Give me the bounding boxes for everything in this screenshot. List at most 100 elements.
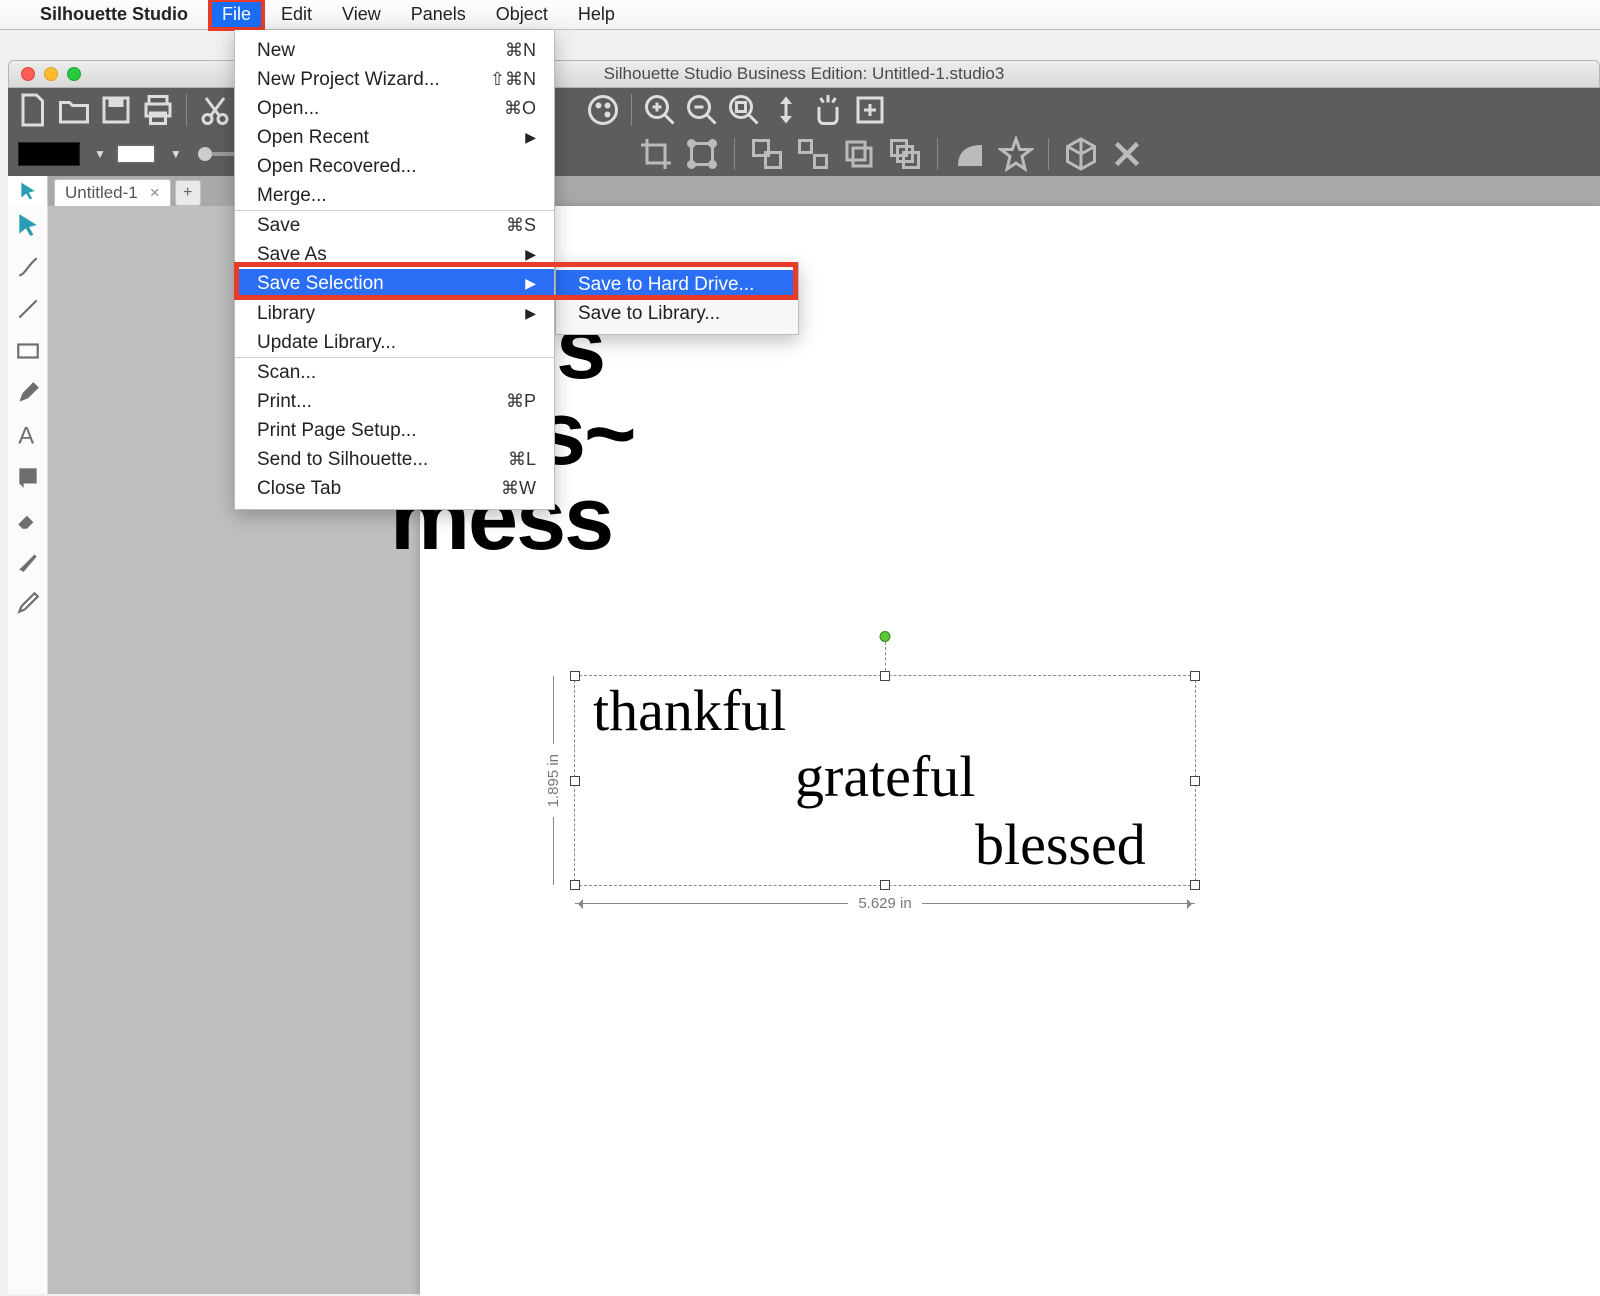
add-tab-button[interactable]: +	[175, 180, 201, 206]
tab-untitled[interactable]: Untitled-1 ×	[54, 179, 171, 206]
star-icon[interactable]	[998, 136, 1034, 172]
menu-item-label: Open Recovered...	[257, 156, 536, 178]
menu-item[interactable]: Save⌘S	[235, 211, 554, 240]
zoom-out-icon[interactable]	[684, 92, 720, 128]
shortcut-label: ⌘P	[506, 391, 536, 412]
height-dimension: 1.895 in	[541, 676, 565, 885]
close-window-icon[interactable]	[21, 67, 35, 81]
app-name[interactable]: Silhouette Studio	[40, 4, 188, 25]
zoom-in-icon[interactable]	[642, 92, 678, 128]
zoom-drag-icon[interactable]	[768, 92, 804, 128]
menu-item-label: Save	[257, 215, 506, 237]
menu-object[interactable]: Object	[484, 0, 560, 29]
menu-item[interactable]: Open Recovered...	[235, 152, 554, 181]
ungroup-icon[interactable]	[795, 136, 831, 172]
eraser-tool-icon[interactable]	[13, 504, 43, 534]
shape-icon[interactable]	[952, 136, 988, 172]
note-tool-icon[interactable]	[13, 462, 43, 492]
shortcut-label: ⌘O	[504, 98, 536, 119]
menu-item-label: Send to Silhouette...	[257, 449, 508, 471]
menu-item[interactable]: New Project Wizard...⇧⌘N	[235, 65, 554, 94]
delete-icon[interactable]	[1109, 136, 1145, 172]
knife-tool-icon[interactable]	[13, 546, 43, 576]
selection-box[interactable]: thankful grateful blessed 5.629 in 1.895…	[574, 675, 1196, 886]
zoom-selection-icon[interactable]	[726, 92, 762, 128]
menu-item-label: Library	[257, 303, 525, 325]
group-icon[interactable]	[749, 136, 785, 172]
menu-item[interactable]: Save As▶	[235, 240, 554, 269]
menu-item-label: Print Page Setup...	[257, 420, 536, 442]
menu-item[interactable]: Close Tab⌘W	[235, 474, 554, 503]
menu-item[interactable]: Save Selection▶	[235, 269, 554, 298]
draw-tool-icon[interactable]	[13, 378, 43, 408]
fill-swatch[interactable]	[18, 142, 80, 166]
file-menu-dropdown: New⌘NNew Project Wizard...⇧⌘NOpen...⌘OOp…	[234, 30, 555, 510]
stroke-swatch[interactable]	[116, 144, 156, 164]
menu-item[interactable]: Print...⌘P	[235, 387, 554, 416]
resize-handle[interactable]	[1190, 671, 1200, 681]
resize-handle[interactable]	[570, 671, 580, 681]
color-picker-icon[interactable]	[585, 92, 621, 128]
resize-handle[interactable]	[570, 880, 580, 890]
menu-item-label: New Project Wizard...	[257, 69, 490, 91]
eyedropper-tool-icon[interactable]	[13, 588, 43, 618]
menu-item[interactable]: Scan...	[235, 358, 554, 387]
edit-points-icon[interactable]	[13, 252, 43, 282]
rotate-handle[interactable]	[880, 631, 891, 642]
menu-item[interactable]: Open Recent▶	[235, 123, 554, 152]
menu-file[interactable]: File	[210, 0, 263, 29]
rectangle-tool-icon[interactable]	[13, 336, 43, 366]
close-tab-icon[interactable]: ×	[150, 183, 160, 203]
open-file-icon[interactable]	[56, 92, 92, 128]
menu-item-label: Save Selection	[257, 273, 525, 295]
duplicate-icon[interactable]	[841, 136, 877, 172]
menu-item[interactable]: Library▶	[235, 299, 554, 328]
cube-icon[interactable]	[1063, 136, 1099, 172]
resize-handle[interactable]	[880, 671, 890, 681]
pan-icon[interactable]	[810, 92, 846, 128]
fit-page-icon[interactable]	[852, 92, 888, 128]
save-selection-submenu: Save to Hard Drive...Save to Library...	[555, 263, 799, 335]
zoom-window-icon[interactable]	[67, 67, 81, 81]
cut-icon[interactable]	[197, 92, 233, 128]
resize-handle[interactable]	[880, 880, 890, 890]
crop-icon[interactable]	[638, 136, 674, 172]
print-icon[interactable]	[140, 92, 176, 128]
menu-item-label: Open...	[257, 98, 504, 120]
chevron-down-icon[interactable]: ▼	[170, 147, 182, 161]
minimize-window-icon[interactable]	[44, 67, 58, 81]
menu-edit[interactable]: Edit	[269, 0, 324, 29]
chevron-down-icon[interactable]: ▼	[94, 147, 106, 161]
menu-panels[interactable]: Panels	[399, 0, 478, 29]
stack-icon[interactable]	[887, 136, 923, 172]
menu-item[interactable]: Update Library...	[235, 328, 554, 357]
text-tool-icon[interactable]: A	[13, 420, 43, 450]
menu-item[interactable]: Merge...	[235, 181, 554, 210]
select-tool-corner[interactable]	[8, 176, 48, 206]
menu-help[interactable]: Help	[566, 0, 627, 29]
line-tool-icon[interactable]	[13, 294, 43, 324]
mac-menubar: Silhouette Studio File Edit View Panels …	[0, 0, 1600, 30]
new-file-icon[interactable]	[14, 92, 50, 128]
resize-handle[interactable]	[1190, 776, 1200, 786]
select-tool-icon[interactable]	[13, 210, 43, 240]
submenu-item[interactable]: Save to Library...	[556, 299, 798, 328]
submenu-item[interactable]: Save to Hard Drive...	[556, 270, 798, 299]
resize-handle[interactable]	[570, 776, 580, 786]
menu-view[interactable]: View	[330, 0, 393, 29]
script-word: thankful	[593, 682, 786, 740]
menu-item[interactable]: Open...⌘O	[235, 94, 554, 123]
shortcut-label: ⌘S	[506, 215, 536, 236]
transform-icon[interactable]	[684, 136, 720, 172]
menu-item[interactable]: New⌘N	[235, 36, 554, 65]
save-icon[interactable]	[98, 92, 134, 128]
document-page[interactable]: ess his~ mess thankful grateful blessed …	[420, 206, 1600, 1296]
menu-item-label: Open Recent	[257, 127, 525, 149]
menu-item[interactable]: Print Page Setup...	[235, 416, 554, 445]
menu-item-label: Merge...	[257, 185, 536, 207]
menu-item-label: Save As	[257, 244, 525, 266]
svg-text:A: A	[18, 423, 34, 448]
menu-item[interactable]: Send to Silhouette...⌘L	[235, 445, 554, 474]
shortcut-label: ⇧⌘N	[490, 69, 536, 90]
resize-handle[interactable]	[1190, 880, 1200, 890]
